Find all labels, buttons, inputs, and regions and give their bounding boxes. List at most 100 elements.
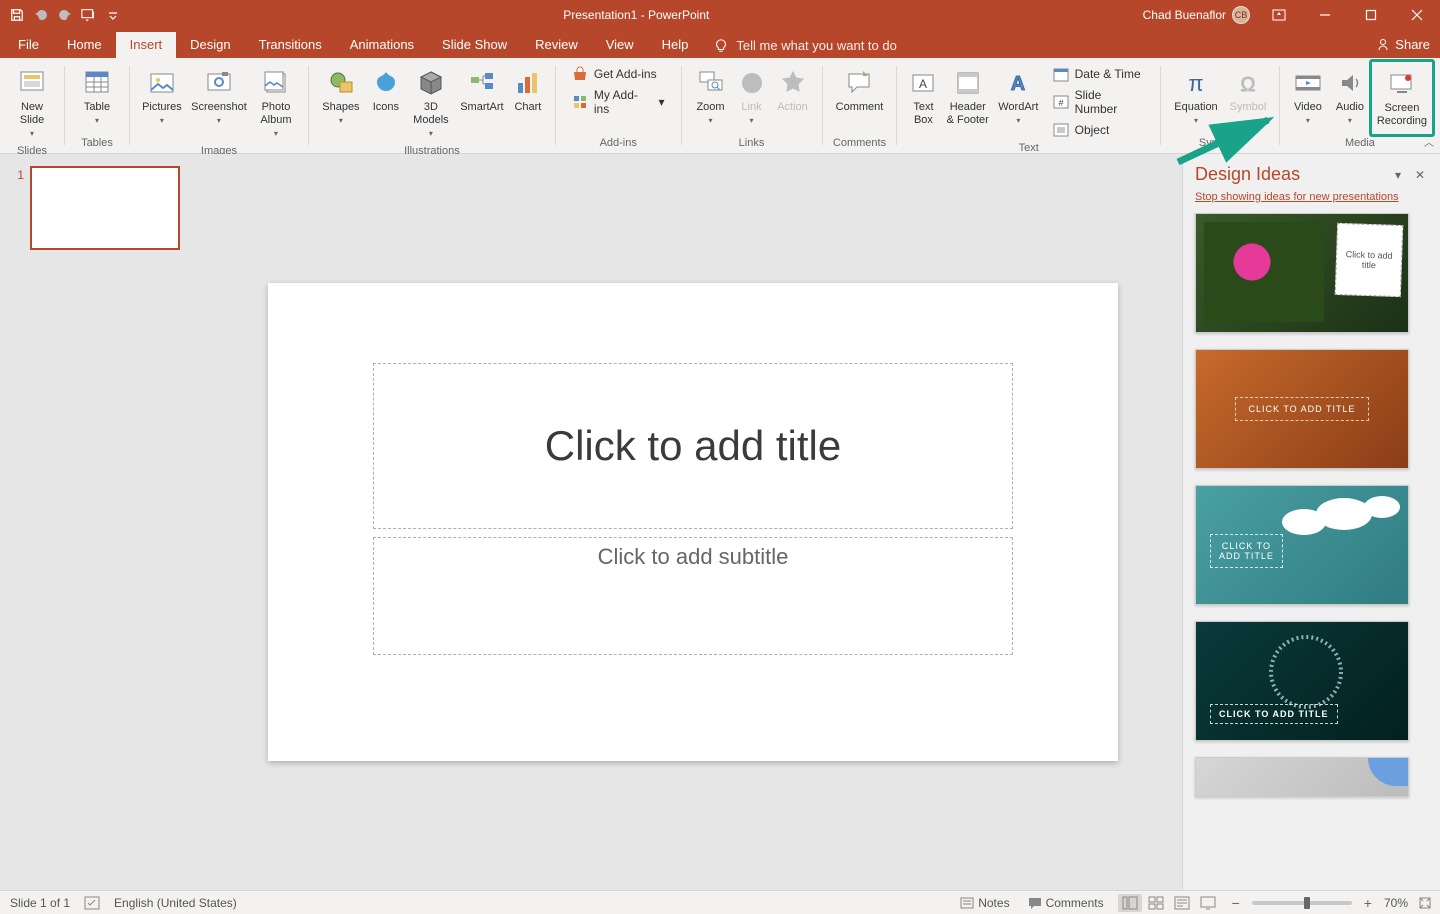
- svg-text:#: #: [1058, 98, 1063, 108]
- thumbnail-row[interactable]: 1: [14, 166, 190, 250]
- notes-button[interactable]: Notes: [956, 894, 1013, 912]
- tell-me-search[interactable]: Tell me what you want to do: [702, 33, 908, 58]
- tab-slideshow[interactable]: Slide Show: [428, 32, 521, 58]
- zoom-out-button[interactable]: −: [1230, 895, 1242, 911]
- undo-button[interactable]: [30, 4, 52, 26]
- slideshow-view-button[interactable]: [1196, 894, 1220, 912]
- tab-animations[interactable]: Animations: [336, 32, 428, 58]
- chart-button[interactable]: Chart: [509, 62, 547, 119]
- design-idea-5[interactable]: [1195, 757, 1409, 797]
- pane-options-button[interactable]: ▾: [1390, 168, 1406, 182]
- screen-recording-button[interactable]: Screen Recording: [1373, 63, 1431, 133]
- tab-review[interactable]: Review: [521, 32, 592, 58]
- thumbnail-number: 1: [14, 166, 24, 250]
- icons-button[interactable]: Icons: [367, 62, 405, 119]
- save-button[interactable]: [6, 4, 28, 26]
- 3d-models-button[interactable]: 3D Models▾: [407, 62, 455, 145]
- design-idea-2[interactable]: CLICK TO ADD TITLE: [1195, 349, 1409, 469]
- object-button[interactable]: Object: [1049, 120, 1148, 140]
- photo-album-icon: [260, 67, 292, 99]
- design-idea-1[interactable]: Click to add title: [1195, 213, 1409, 333]
- slide-number-button[interactable]: #Slide Number: [1049, 86, 1148, 118]
- tab-view[interactable]: View: [592, 32, 648, 58]
- video-button[interactable]: Video▾: [1288, 62, 1328, 132]
- store-icon: [572, 66, 588, 82]
- tab-transitions[interactable]: Transitions: [245, 32, 336, 58]
- wordart-button[interactable]: AWordArt▾: [994, 62, 1043, 132]
- spell-check-icon[interactable]: [84, 896, 100, 910]
- fit-to-window-button[interactable]: [1418, 896, 1432, 910]
- redo-button[interactable]: [54, 4, 76, 26]
- subtitle-placeholder[interactable]: Click to add subtitle: [373, 537, 1013, 655]
- group-label-symbols: Symbols: [1199, 137, 1241, 151]
- link-icon: [736, 67, 768, 99]
- new-slide-button[interactable]: New Slide▾: [8, 62, 56, 145]
- smartart-button[interactable]: SmartArt: [457, 62, 507, 119]
- equation-button[interactable]: πEquation▾: [1169, 62, 1223, 132]
- work-area: 1 Click to add title Click to add subtit…: [0, 154, 1440, 890]
- text-box-button[interactable]: AText Box: [905, 62, 941, 132]
- group-label-slides: Slides: [17, 145, 47, 159]
- design-idea-3[interactable]: CLICK TO ADD TITLE: [1195, 485, 1409, 605]
- customize-qat-button[interactable]: [102, 4, 124, 26]
- slide-thumbnail-pane[interactable]: 1: [0, 154, 204, 890]
- audio-button[interactable]: Audio▾: [1330, 62, 1370, 132]
- share-button[interactable]: Share: [1376, 37, 1430, 52]
- omega-icon: Ω: [1232, 67, 1264, 99]
- table-button[interactable]: Table▾: [73, 62, 121, 132]
- slide-canvas[interactable]: Click to add title Click to add subtitle: [268, 283, 1118, 761]
- user-avatar: CB: [1232, 6, 1250, 24]
- zoom-slider-thumb[interactable]: [1304, 897, 1310, 909]
- group-label-links: Links: [739, 137, 765, 151]
- tab-help[interactable]: Help: [648, 32, 703, 58]
- tab-design[interactable]: Design: [176, 32, 244, 58]
- comments-button[interactable]: Comments: [1024, 894, 1108, 912]
- my-addins-button[interactable]: My Add-ins ▾: [568, 86, 669, 118]
- header-footer-button[interactable]: Header & Footer: [943, 62, 992, 132]
- ribbon-display-options-button[interactable]: [1256, 0, 1302, 30]
- reading-view-button[interactable]: [1170, 894, 1194, 912]
- slide-editor[interactable]: Click to add title Click to add subtitle: [204, 154, 1182, 890]
- svg-text:π: π: [1188, 71, 1203, 96]
- account-area[interactable]: Chad Buenaflor CB: [1143, 6, 1256, 24]
- symbol-button: ΩSymbol: [1225, 62, 1271, 119]
- language-indicator[interactable]: English (United States): [114, 896, 237, 910]
- normal-view-button[interactable]: [1118, 894, 1142, 912]
- maximize-button[interactable]: [1348, 0, 1394, 30]
- get-addins-button[interactable]: Get Add-ins: [568, 64, 669, 84]
- screenshot-icon: [203, 67, 235, 99]
- zoom-slider[interactable]: [1252, 901, 1352, 905]
- close-button[interactable]: [1394, 0, 1440, 30]
- wordart-icon: A: [1002, 67, 1034, 99]
- thumbnail-slide-1[interactable]: [30, 166, 180, 250]
- action-button: Action: [772, 62, 814, 119]
- stop-showing-ideas-link[interactable]: Stop showing ideas for new presentations: [1183, 189, 1440, 213]
- slide-counter[interactable]: Slide 1 of 1: [10, 896, 70, 910]
- shapes-button[interactable]: Shapes▾: [317, 62, 365, 132]
- object-icon: [1053, 122, 1069, 138]
- pictures-button[interactable]: Pictures▾: [138, 62, 186, 132]
- design-ideas-list[interactable]: Click to add title CLICK TO ADD TITLE CL…: [1183, 213, 1440, 890]
- tab-file[interactable]: File: [4, 32, 53, 58]
- group-label-addins: Add-ins: [600, 137, 637, 151]
- header-footer-icon: [952, 67, 984, 99]
- zoom-level[interactable]: 70%: [1384, 896, 1408, 910]
- ribbon-tabs: File Home Insert Design Transitions Anim…: [0, 30, 1440, 58]
- start-from-beginning-button[interactable]: [78, 4, 100, 26]
- screenshot-button[interactable]: Screenshot▾: [188, 62, 250, 132]
- tab-insert[interactable]: Insert: [116, 32, 177, 58]
- photo-album-button[interactable]: Photo Album▾: [252, 62, 300, 145]
- title-bar: Presentation1 - PowerPoint Chad Buenaflo…: [0, 0, 1440, 30]
- slide-sorter-view-button[interactable]: [1144, 894, 1168, 912]
- pane-close-button[interactable]: ✕: [1412, 168, 1428, 182]
- design-idea-4[interactable]: CLICK TO ADD TITLE: [1195, 621, 1409, 741]
- comment-button[interactable]: Comment: [830, 62, 888, 119]
- group-label-media: Media: [1345, 137, 1375, 151]
- title-placeholder[interactable]: Click to add title: [373, 363, 1013, 529]
- zoom-in-button[interactable]: +: [1362, 895, 1374, 911]
- zoom-button[interactable]: Zoom▾: [690, 62, 732, 132]
- tab-home[interactable]: Home: [53, 32, 116, 58]
- date-time-button[interactable]: Date & Time: [1049, 64, 1148, 84]
- minimize-button[interactable]: [1302, 0, 1348, 30]
- new-slide-icon: [16, 67, 48, 99]
